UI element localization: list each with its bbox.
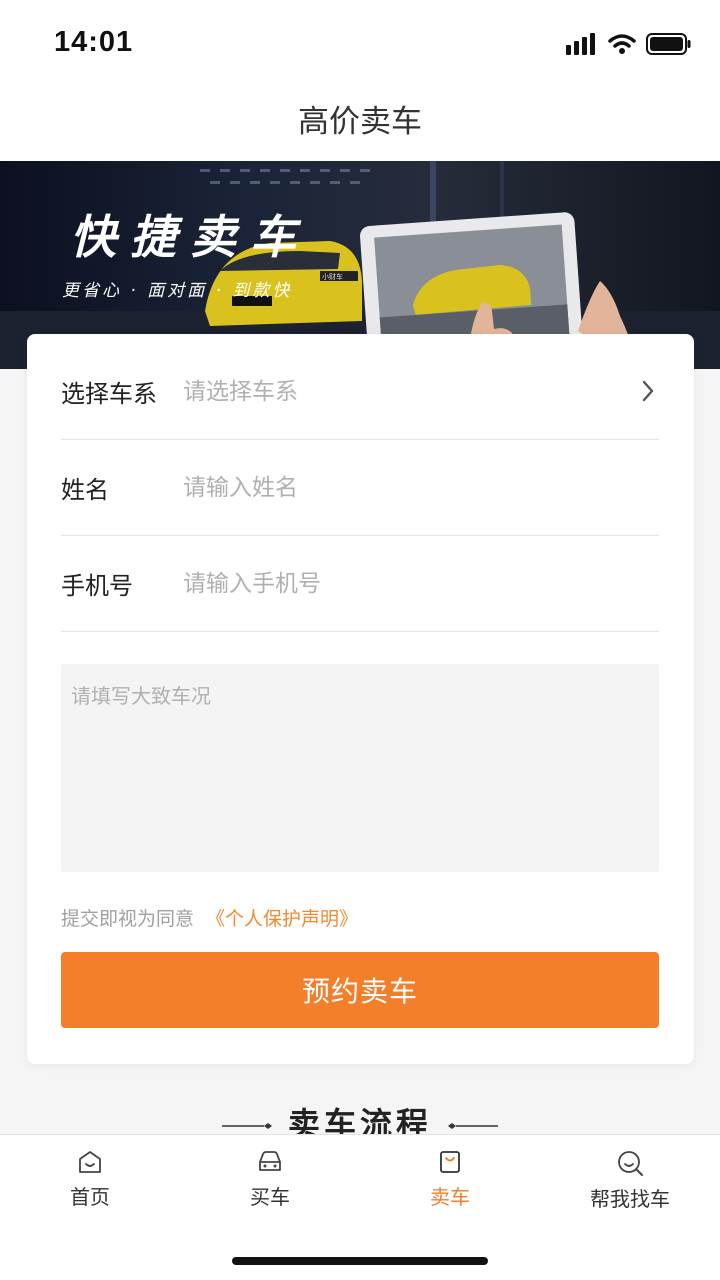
home-icon — [79, 1151, 101, 1173]
agreement-prefix: 提交即视为同意 — [61, 908, 195, 930]
phone-label: 手机号 — [61, 572, 133, 600]
page-title: 高价卖车 — [298, 104, 422, 140]
status-icons — [566, 30, 692, 58]
search-face-icon — [618, 1151, 643, 1176]
agreement-text: 提交即视为同意 《个人保护声明》 — [61, 904, 358, 931]
battery-icon — [646, 33, 691, 55]
tab-find-car-label: 帮我找车 — [590, 1187, 670, 1211]
heading-right-decoration — [448, 1123, 498, 1129]
car-condition-textarea[interactable] — [61, 664, 659, 872]
process-section-heading: 卖车流程 — [0, 1100, 720, 1134]
book-sale-button[interactable]: 预约卖车 — [61, 952, 659, 1028]
status-bar: 14:01 — [0, 0, 720, 86]
car-icon — [259, 1151, 281, 1171]
banner-slogan: 快捷卖车 — [70, 210, 310, 264]
nav-bar: 高价卖车 — [0, 86, 720, 161]
shopping-bag-icon — [440, 1151, 460, 1173]
tab-find-car[interactable]: 帮我找车 — [540, 1149, 720, 1219]
name-field[interactable] — [183, 474, 659, 501]
process-title: 卖车流程 — [287, 1105, 432, 1134]
tab-buy-car[interactable]: 买车 — [180, 1149, 360, 1219]
status-time: 14:01 — [54, 26, 134, 58]
tab-sell-car-label: 卖车 — [430, 1185, 470, 1209]
tab-buy-car-label: 买车 — [250, 1185, 290, 1209]
sell-car-form: 选择车系 姓名 手机号 提交即视为同意《个人保护声明》 预约卖车 — [27, 334, 694, 1064]
home-indicator[interactable] — [232, 1257, 488, 1265]
chevron-right-icon — [642, 380, 654, 402]
tab-sell-car[interactable]: 卖车 — [360, 1149, 540, 1219]
car-series-select[interactable] — [183, 378, 659, 405]
name-label: 姓名 — [61, 476, 109, 504]
phone-row: 手机号 — [61, 536, 659, 632]
heading-left-decoration — [222, 1123, 272, 1129]
car-sign-text: 小财车 — [322, 272, 343, 281]
name-row: 姓名 — [61, 440, 659, 536]
cellular-signal-icon — [566, 33, 595, 55]
wifi-icon — [608, 34, 636, 54]
banner-subtitle: 更省心 · 面对面 · 到款快 — [62, 281, 293, 301]
car-series-label: 选择车系 — [61, 380, 157, 408]
tab-home[interactable]: 首页 — [0, 1149, 180, 1219]
car-series-row[interactable]: 选择车系 — [61, 344, 659, 440]
privacy-statement-link[interactable]: 《个人保护声明》 — [206, 908, 358, 930]
phone-field[interactable] — [183, 570, 659, 597]
tab-home-label: 首页 — [70, 1185, 110, 1209]
